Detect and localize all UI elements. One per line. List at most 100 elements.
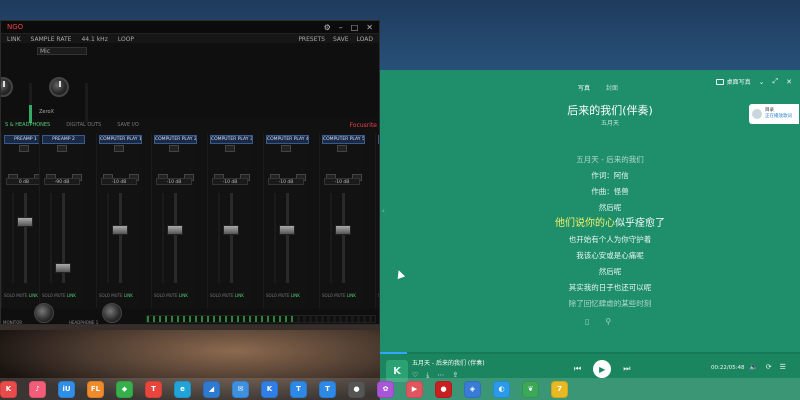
channel-db-readout[interactable]: -10 dB <box>324 178 360 185</box>
mute-label[interactable]: MUTE <box>222 293 233 298</box>
lyric-settings-icon[interactable]: ▯ <box>585 317 589 326</box>
taskbar-edge-icon[interactable]: e <box>174 380 191 398</box>
channel-db-readout[interactable]: -10 dB <box>101 178 137 185</box>
monitor-knob[interactable] <box>34 303 54 323</box>
lyric-search-icon[interactable]: ⚲ <box>605 317 611 326</box>
solo-label[interactable]: SOLO <box>99 293 110 298</box>
taskbar-app-record-icon[interactable]: ● <box>435 380 452 398</box>
link-label[interactable]: LINK <box>124 293 133 298</box>
channel-fader[interactable] <box>167 225 183 236</box>
tab-photo[interactable]: 写真 <box>578 83 590 92</box>
song-artist[interactable]: 五月天 <box>380 118 800 127</box>
channel-db-readout[interactable]: -10 dB <box>156 178 192 185</box>
tab-headphones[interactable]: S & HEADPHONES <box>5 122 50 128</box>
gain-knob-2[interactable] <box>49 77 69 97</box>
channel-pre-button[interactable] <box>57 145 67 152</box>
taskbar-app-colorful-icon[interactable]: ✿ <box>377 380 394 398</box>
link-label[interactable]: LINK <box>347 293 356 298</box>
solo-label[interactable]: SOLO <box>322 293 333 298</box>
close-icon[interactable]: ✕ <box>366 23 373 32</box>
taskbar-app-k-red-icon[interactable]: K <box>0 380 17 398</box>
channel-label[interactable]: PREAMP 2 <box>42 135 85 144</box>
tab-save-io[interactable]: SAVE I/O <box>117 122 139 128</box>
taskbar-app-7-icon[interactable]: 7 <box>551 380 568 398</box>
maximize-icon[interactable]: □ <box>351 23 359 32</box>
taskbar-app-t-2-icon[interactable]: T <box>319 380 336 398</box>
taskbar-app-blue-icon[interactable]: ◢ <box>203 380 220 398</box>
channel-label[interactable]: COMPUTER PLAY 4 <box>266 135 309 144</box>
taskbar-app-k-blue-icon[interactable]: K <box>261 380 278 398</box>
mute-label[interactable]: MUTE <box>16 293 27 298</box>
link-label[interactable]: LINK <box>67 293 76 298</box>
taskbar-app-shield-icon[interactable]: ◈ <box>464 380 481 398</box>
solo-label[interactable]: SOLO <box>4 293 15 298</box>
load-button[interactable]: LOAD <box>357 36 373 43</box>
channel-pre-button[interactable] <box>281 145 291 152</box>
toolbar-sample-rate-value[interactable]: 44.1 kHz <box>81 36 107 43</box>
input-select[interactable]: Mic <box>37 47 87 55</box>
toolbar-link[interactable]: LINK <box>7 36 21 43</box>
channel-pre-button[interactable] <box>225 145 235 152</box>
solo-label[interactable]: SOLO <box>210 293 221 298</box>
minimize-icon[interactable]: – <box>339 23 343 32</box>
mute-label[interactable]: MUTE <box>278 293 289 298</box>
collapse-icon[interactable]: ⌄ <box>759 78 765 86</box>
channel-db-readout[interactable]: -10 dB <box>212 178 248 185</box>
link-label[interactable]: LINK <box>29 293 38 298</box>
channel-fader[interactable] <box>335 225 351 236</box>
channel-pre-button[interactable] <box>337 145 347 152</box>
channel-fader[interactable] <box>17 216 33 227</box>
channel-db-readout[interactable]: -90 dB <box>44 178 80 185</box>
taskbar-app-mail-icon[interactable]: ✉ <box>232 380 249 398</box>
solo-label[interactable]: SOLO <box>266 293 277 298</box>
taskbar-app-green-icon[interactable]: ◆ <box>116 380 133 398</box>
channel-db-readout[interactable]: 0 dB <box>6 178 42 185</box>
mute-label[interactable]: MUTE <box>111 293 122 298</box>
channel-pre-button[interactable] <box>19 145 29 152</box>
mute-label[interactable]: MUTE <box>54 293 65 298</box>
settings-icon[interactable]: ⚙ <box>324 23 331 32</box>
taskbar-app-chat-icon[interactable]: ● <box>348 380 365 398</box>
presets-button[interactable]: PRESETS <box>298 36 325 43</box>
channel-fader[interactable] <box>55 262 71 273</box>
mute-label[interactable]: MUTE <box>334 293 345 298</box>
link-label[interactable]: LINK <box>291 293 300 298</box>
mute-label[interactable]: MUTE <box>166 293 177 298</box>
channel-label[interactable]: COMPUTER PLAY 2 <box>154 135 197 144</box>
tab-cover[interactable]: 封面 <box>606 83 618 92</box>
fullscreen-icon[interactable]: ⤢ <box>773 77 779 86</box>
taskbar-app-leaf-icon[interactable]: ❦ <box>522 380 539 398</box>
gain-knob-1[interactable] <box>1 77 13 97</box>
playlist-icon[interactable]: ☰ <box>780 363 786 371</box>
headphone-knob[interactable] <box>102 303 122 323</box>
toolbar-loop[interactable]: LOOP <box>118 36 134 43</box>
channel-db-readout[interactable]: -10 dB <box>268 178 304 185</box>
channel-label[interactable]: COMPUTER PLAY 3 <box>210 135 253 144</box>
channel-label[interactable]: COMPUTER PLAY 5 <box>322 135 365 144</box>
play-button[interactable]: ▶ <box>593 360 612 378</box>
lyrics-user-card[interactable]: 目录 正在播放歌词 <box>749 104 799 124</box>
tab-digital-outs[interactable]: DIGITAL OUTS <box>66 122 101 128</box>
solo-label[interactable]: SOLO <box>154 293 165 298</box>
save-button[interactable]: SAVE <box>333 36 349 43</box>
channel-pre-button[interactable] <box>114 145 124 152</box>
link-label[interactable]: LINK <box>179 293 188 298</box>
desktop-lyrics-button[interactable]: 桌面写真 <box>715 77 751 86</box>
channel-fader[interactable] <box>112 225 128 236</box>
taskbar-app-t-1-icon[interactable]: T <box>290 380 307 398</box>
taskbar-app-shirt-icon[interactable]: T <box>145 380 162 398</box>
now-playing-title[interactable]: 五月天 - 后来的我们 (伴奏) <box>412 358 485 367</box>
channel-label[interactable]: COMPUTER PLAY 1 <box>99 135 142 144</box>
solo-label[interactable]: SOLO <box>42 293 53 298</box>
taskbar-fl-studio-icon[interactable]: FL <box>87 380 104 398</box>
volume-icon[interactable]: 🔈 <box>749 363 758 371</box>
next-icon[interactable]: ⏭ <box>623 364 630 374</box>
loop-icon[interactable]: ⟳ <box>766 363 772 371</box>
channel-fader[interactable] <box>279 225 295 236</box>
taskbar-music-icon[interactable]: ♪ <box>29 380 46 398</box>
channel-fader[interactable] <box>223 225 239 236</box>
taskbar-app-penguin-icon[interactable]: ◐ <box>493 380 510 398</box>
close-icon[interactable]: ✕ <box>786 78 792 86</box>
taskbar-app-iu-icon[interactable]: iU <box>58 380 75 398</box>
previous-icon[interactable]: ⏮ <box>574 364 581 374</box>
